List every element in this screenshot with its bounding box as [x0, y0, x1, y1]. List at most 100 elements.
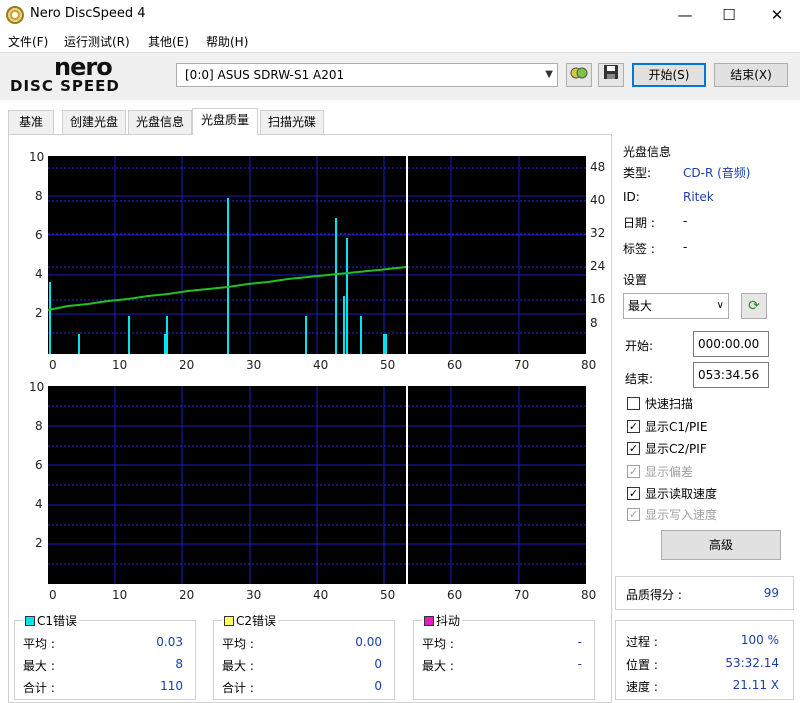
close-button[interactable]: ✕	[754, 0, 800, 30]
menu-bar: 文件(F) 运行测试(R) 其他(E) 帮助(H)	[0, 30, 800, 52]
end-label: 结束:	[625, 372, 654, 386]
toolbar: nero DISC SPEED [0:0] ASUS SDRW-S1 A201 …	[0, 52, 800, 100]
logo-discspeed-text: DISC SPEED	[10, 77, 120, 95]
x-tick: 10	[112, 588, 128, 602]
show-c1-checkbox[interactable]: ✓	[627, 420, 640, 433]
y2-tick: 16	[590, 292, 606, 306]
disc-label-value: -	[683, 240, 688, 254]
x-tick: 20	[179, 358, 195, 372]
advanced-button[interactable]: 高级	[661, 530, 781, 560]
progress-label: 过程 :	[626, 635, 658, 649]
jitter-max-value: -	[577, 657, 582, 671]
drive-select-value: [0:0] ASUS SDRW-S1 A201	[185, 68, 345, 82]
stat-label: 最大 :	[422, 659, 454, 673]
end-time-input[interactable]: 053:34.56	[693, 362, 769, 388]
jitter-stats-title: 抖动	[422, 612, 463, 629]
c1-error-chart	[47, 156, 586, 354]
quick-scan-label: 快速扫描	[645, 397, 694, 411]
stat-label: 合计 :	[23, 681, 55, 695]
show-deviation-checkbox: ✓	[627, 465, 640, 478]
c1-max-value: 8	[175, 657, 183, 671]
y-tick: 4	[35, 267, 43, 281]
y2-tick: 40	[590, 193, 606, 207]
show-c2-checkbox[interactable]: ✓	[627, 442, 640, 455]
speed-select[interactable]: 最大 ∨	[623, 293, 729, 319]
x-tick: 80	[581, 588, 597, 602]
floppy-disk-icon	[604, 65, 618, 79]
tab-disc-info[interactable]: 光盘信息	[128, 110, 192, 134]
c1-total-value: 110	[160, 679, 183, 693]
c1-error-stats: C1错误 平均 : 0.03 最大 : 8 合计 : 110	[14, 612, 196, 700]
disc-id-value: Ritek	[683, 190, 714, 204]
disc-type-value: CD-R (音频)	[683, 166, 751, 180]
tab-benchmark[interactable]: 基准	[8, 110, 54, 134]
speed-select-value: 最大	[628, 299, 653, 313]
disc-date-value: -	[683, 214, 688, 228]
show-read-speed-checkbox[interactable]: ✓	[627, 487, 640, 500]
stat-label: 平均 :	[23, 637, 55, 651]
c1-chart-svg	[47, 156, 586, 354]
tab-disc-quality[interactable]: 光盘质量	[192, 108, 258, 135]
title-bar: Nero DiscSpeed 4 — ☐ ✕	[0, 0, 800, 30]
x-tick: 60	[447, 358, 463, 372]
c1-average-value: 0.03	[156, 635, 183, 649]
position-label: 位置 :	[626, 658, 658, 672]
jitter-stats-title-text: 抖动	[436, 614, 461, 628]
y-tick: 6	[35, 458, 43, 472]
y2-tick: 48	[590, 160, 606, 174]
start-label: 开始:	[625, 339, 654, 353]
nero-discspeed-logo: nero DISC SPEED	[10, 53, 160, 99]
drive-select[interactable]: [0:0] ASUS SDRW-S1 A201 ▼	[176, 63, 558, 87]
jitter-color-swatch	[424, 616, 434, 626]
x-tick: 80	[581, 358, 597, 372]
tab-create-disc[interactable]: 创建光盘	[62, 110, 126, 134]
y2-tick: 24	[590, 259, 606, 273]
quality-score-value: 99	[763, 586, 779, 600]
y-tick: 10	[29, 150, 45, 164]
x-tick: 50	[380, 588, 396, 602]
stat-label: 最大 :	[222, 659, 254, 673]
menu-other[interactable]: 其他(E)	[148, 33, 189, 50]
quick-scan-checkbox[interactable]	[627, 397, 640, 410]
x-tick: 0	[49, 588, 57, 602]
start-button[interactable]: 开始(S)	[632, 63, 706, 87]
minimize-button[interactable]: —	[662, 0, 708, 30]
stat-label: 合计 :	[222, 681, 254, 695]
exit-button[interactable]: 结束(X)	[714, 63, 788, 87]
chevron-down-icon: ▼	[545, 69, 553, 80]
save-button[interactable]	[598, 63, 624, 87]
x-tick: 30	[246, 358, 262, 372]
c2-total-value: 0	[374, 679, 382, 693]
show-deviation-label: 显示偏差	[645, 465, 694, 479]
x-tick: 50	[380, 358, 396, 372]
y-tick: 10	[29, 380, 45, 394]
menu-file[interactable]: 文件(F)	[8, 33, 48, 50]
refresh-drive-button[interactable]	[566, 63, 592, 87]
menu-run-test[interactable]: 运行测试(R)	[64, 33, 130, 50]
c2-color-swatch	[224, 616, 234, 626]
y2-tick: 8	[590, 316, 598, 330]
c2-chart-svg	[48, 386, 586, 584]
settings-group: 设置 最大 ∨ ⟳ 开始: 000:00.00 结束: 053:34.56 快速…	[615, 273, 794, 572]
tab-scan-disc[interactable]: 扫描光碟	[260, 110, 324, 134]
y-tick: 8	[35, 419, 43, 433]
c1-stats-title: C1错误	[23, 612, 80, 629]
y-tick: 4	[35, 497, 43, 511]
maximize-button[interactable]: ☐	[706, 0, 752, 30]
window-title: Nero DiscSpeed 4	[30, 6, 146, 21]
c1-color-swatch	[25, 616, 35, 626]
start-time-input[interactable]: 000:00.00	[693, 331, 769, 357]
show-c2-label: 显示C2/PIF	[645, 442, 707, 456]
x-tick: 60	[447, 588, 463, 602]
refresh-speed-button[interactable]: ⟳	[741, 293, 767, 319]
x-tick: 40	[313, 358, 329, 372]
menu-help[interactable]: 帮助(H)	[206, 33, 248, 50]
show-write-speed-label: 显示写入速度	[645, 508, 718, 522]
chevron-down-icon: ∨	[716, 300, 724, 311]
c2-stats-title: C2错误	[222, 612, 279, 629]
position-value: 53:32.14	[725, 656, 779, 670]
x-tick: 70	[514, 588, 530, 602]
x-tick: 20	[179, 588, 195, 602]
speed-value: 21.11 X	[732, 678, 779, 692]
x-tick: 10	[112, 358, 128, 372]
